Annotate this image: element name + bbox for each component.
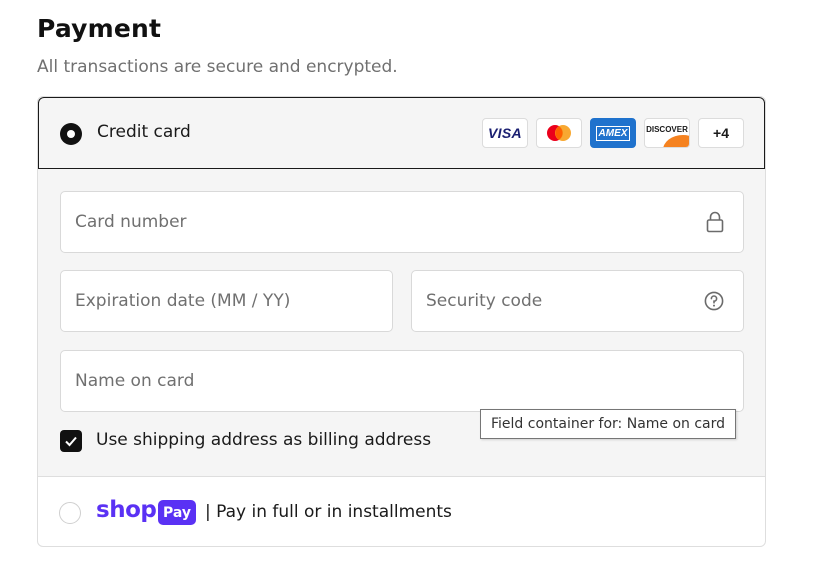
- more-cards-badge: +4: [698, 118, 744, 148]
- security-code-input[interactable]: [426, 271, 697, 331]
- shop-pay-badge: Pay: [158, 500, 196, 525]
- credit-card-label: Credit card: [97, 122, 191, 142]
- field-tooltip: Field container for: Name on card: [480, 409, 737, 439]
- shop-pay-radio[interactable]: [59, 502, 81, 524]
- visa-icon: VISA: [482, 118, 528, 148]
- amex-label: AMEX: [595, 125, 631, 141]
- payment-methods-panel: Credit card VISA AMEX DISCOVER +4 Card n…: [37, 96, 766, 547]
- security-code-field[interactable]: [411, 270, 744, 332]
- amex-icon: AMEX: [590, 118, 636, 148]
- card-number-input[interactable]: [75, 192, 697, 252]
- credit-card-option[interactable]: Credit card VISA AMEX DISCOVER +4: [38, 97, 765, 169]
- mastercard-icon: [536, 118, 582, 148]
- name-on-card-input[interactable]: [75, 351, 697, 411]
- discover-icon: DISCOVER: [644, 118, 690, 148]
- shop-pay-option[interactable]: shop Pay | Pay in full or in installment…: [38, 478, 765, 546]
- shop-pay-logo: shop: [96, 497, 157, 523]
- credit-card-radio[interactable]: [60, 123, 82, 145]
- help-icon[interactable]: [704, 291, 724, 311]
- page-title: Payment: [37, 14, 162, 43]
- shop-pay-label: | Pay in full or in installments: [205, 502, 452, 522]
- expiration-date-field[interactable]: [60, 270, 393, 332]
- page-subtitle: All transactions are secure and encrypte…: [37, 57, 398, 77]
- check-icon: [65, 436, 77, 447]
- card-number-field[interactable]: [60, 191, 744, 253]
- expiration-date-input[interactable]: [75, 271, 346, 331]
- discover-label: DISCOVER: [646, 124, 688, 134]
- name-on-card-field[interactable]: [60, 350, 744, 412]
- billing-address-checkbox[interactable]: [60, 430, 82, 452]
- credit-card-form: Use shipping address as billing address …: [38, 169, 765, 477]
- lock-icon: [706, 211, 724, 233]
- billing-address-label[interactable]: Use shipping address as billing address: [96, 430, 431, 450]
